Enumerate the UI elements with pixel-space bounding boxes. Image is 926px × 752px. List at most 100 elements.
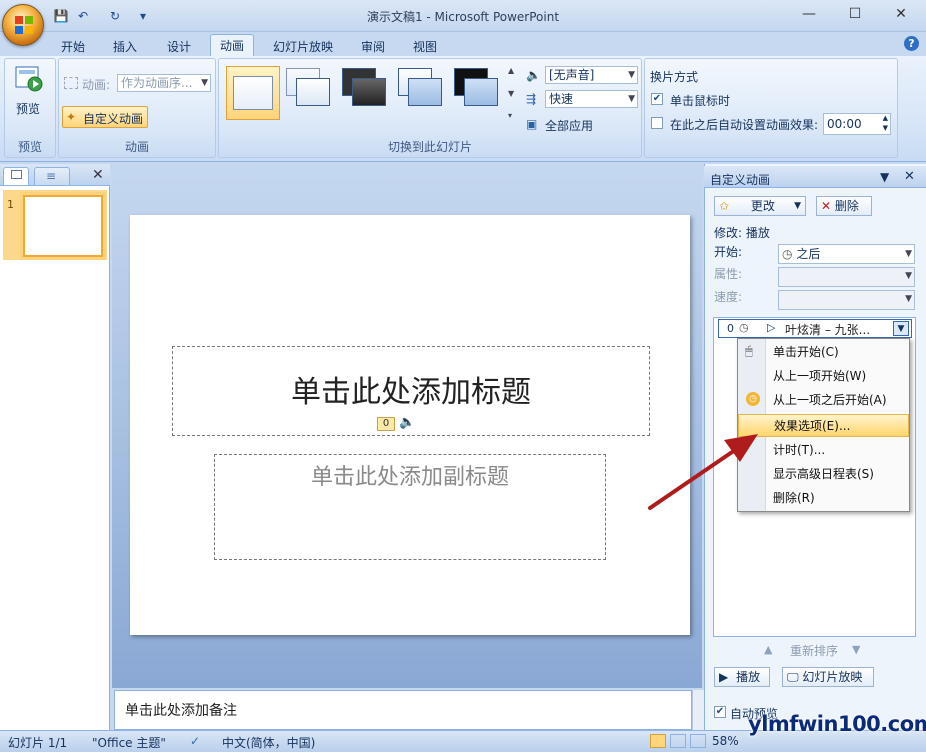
tab-insert[interactable]: 插入 (104, 36, 146, 56)
apply-all-button[interactable]: 全部应用 (545, 117, 593, 134)
reading-view-icon[interactable] (690, 734, 706, 748)
gallery-more-icon[interactable]: ▾ (508, 111, 518, 120)
on-click-label: 单击鼠标时 (670, 94, 731, 108)
animation-order-tag[interactable]: 0 (377, 417, 395, 431)
animation-item-index: 0 (727, 322, 734, 335)
close-window-button[interactable]: ✕ (890, 6, 912, 26)
transition-frame (296, 78, 330, 106)
arrow-head (724, 434, 758, 462)
delete-effect-label: 删除 (834, 199, 859, 213)
transition-fade-black-thumb[interactable] (342, 68, 390, 110)
autopreview-checkbox[interactable]: ✔ (714, 706, 726, 718)
slides-tab-icon (11, 170, 22, 179)
preview-button-label[interactable]: 预览 (16, 100, 40, 117)
move-up-icon[interactable]: ▲ (764, 643, 772, 656)
notes-placeholder: 单击此处添加备注 (125, 703, 237, 719)
slideshow-icon: 🖵 (787, 670, 799, 684)
speed-label: 速度: (714, 290, 743, 304)
tab-view[interactable]: 视图 (404, 36, 446, 56)
normal-view-icon[interactable] (650, 734, 666, 748)
notes-scrollbar[interactable] (692, 690, 704, 730)
move-down-icon[interactable]: ▼ (852, 643, 860, 656)
tab-animation[interactable]: 动画 (210, 34, 254, 56)
menu-item-on-click[interactable]: 单击开始(C) (738, 341, 909, 364)
chevron-down-icon[interactable]: ▼ (893, 321, 909, 336)
auto-advance-time-input[interactable]: 00:00 ▲ ▼ (823, 113, 891, 135)
preview-icon[interactable] (14, 64, 44, 94)
transition-speed-select[interactable]: 快速 ▼ (545, 90, 638, 108)
start-select[interactable]: ◷ 之后 ▼ (778, 244, 915, 264)
status-zoom[interactable]: 58% (712, 734, 739, 748)
animation-list-item[interactable]: 0 ◷ ▷ 叶炫清 – 九张... ▼ (718, 319, 912, 338)
menu-item-after-previous[interactable]: 从上一项之后开始(A) (738, 389, 909, 412)
delete-icon: ✕ (821, 199, 832, 213)
transition-fade-thumb[interactable] (286, 68, 334, 110)
modify-label: 修改: 播放 (714, 226, 770, 240)
window-title: 演示文稿1 - Microsoft PowerPoint (366, 10, 560, 24)
spinner-icon[interactable]: ▲ ▼ (883, 113, 888, 133)
spellcheck-icon[interactable]: ✓ (190, 734, 200, 748)
animation-select-value: 作为动画序... (121, 76, 193, 90)
chevron-down-icon: ▼ (628, 94, 635, 104)
transition-frame (464, 78, 498, 106)
property-select[interactable]: ▼ (778, 267, 915, 287)
tab-review[interactable]: 审阅 (352, 36, 394, 56)
auto-advance-label: 在此之后自动设置动画效果: (670, 118, 819, 132)
taskpane-close-icon[interactable]: ✕ (904, 169, 915, 184)
chevron-down-icon: ▼ (905, 249, 912, 259)
title-placeholder-text: 单击此处添加标题 (291, 375, 531, 410)
transition-cut-thumb[interactable] (398, 68, 446, 110)
tab-outline[interactable]: ≡ (34, 167, 70, 185)
transition-frame (233, 76, 273, 110)
transition-cut-black-thumb[interactable] (454, 68, 502, 110)
transition-frame (352, 78, 386, 106)
gallery-up-icon[interactable]: ▲ (508, 66, 518, 75)
transition-sound-select[interactable]: [无声音] ▼ (545, 66, 638, 84)
office-logo-icon (15, 16, 33, 34)
play-button[interactable]: ▶ 播放 (714, 667, 770, 687)
auto-advance-checkbox[interactable] (651, 117, 663, 129)
custom-animation-button[interactable]: ✦ 自定义动画 (62, 106, 148, 128)
on-click-checkbox[interactable]: ✔ (651, 93, 663, 105)
custom-animation-icon: ✦ (66, 110, 77, 124)
tab-slides[interactable] (3, 167, 29, 185)
help-icon[interactable]: ? (904, 36, 919, 51)
taskpane-menu-icon[interactable]: ▼ (880, 170, 889, 184)
menu-item-with-previous[interactable]: 从上一项开始(W) (738, 365, 909, 388)
close-slides-pane-icon[interactable]: ✕ (92, 167, 104, 183)
reorder-label: 重新排序 (790, 644, 839, 658)
minimize-button[interactable]: — (798, 6, 820, 26)
maximize-button[interactable]: ☐ (844, 6, 866, 26)
delete-effect-button[interactable]: ✕ 删除 (816, 196, 872, 216)
outline-tab-icon: ≡ (46, 169, 57, 183)
animation-label: 动画: (82, 78, 111, 92)
gallery-scroll[interactable]: ▲ ▼ ▾ (508, 66, 518, 120)
change-effect-button[interactable]: ✩ 更改 ▼ (714, 196, 806, 216)
slide-sorter-icon[interactable] (670, 734, 686, 748)
tab-home[interactable]: 开始 (52, 36, 94, 56)
office-button[interactable] (2, 4, 44, 46)
slideshow-button-label: 幻灯片放映 (802, 670, 863, 684)
slide-number: 1 (7, 198, 14, 211)
chevron-down-icon: ▼ (201, 78, 208, 88)
slideshow-button[interactable]: 🖵 幻灯片放映 (782, 667, 874, 687)
transition-none-thumb[interactable] (226, 66, 280, 120)
slide-canvas[interactable]: 单击此处添加标题 0 🔈 单击此处添加副标题 (130, 215, 690, 635)
status-language: 中文(简体，中国) (222, 736, 316, 750)
transition-speed-value: 快速 (549, 92, 574, 106)
annotation-arrow (648, 434, 758, 510)
status-theme: "Office 主题" (92, 736, 166, 750)
tab-design[interactable]: 设计 (158, 36, 200, 56)
start-label: 开始: (714, 245, 743, 259)
transition-group-label: 切换到此幻灯片 (387, 140, 472, 154)
animation-select[interactable]: 作为动画序... ▼ (117, 74, 211, 92)
subtitle-placeholder[interactable]: 单击此处添加副标题 (214, 454, 606, 560)
slide-thumbnail[interactable] (20, 192, 106, 260)
transition-frame (408, 78, 442, 106)
notes-pane[interactable]: 单击此处添加备注 (114, 690, 692, 730)
auto-advance-time-value: 00:00 (827, 117, 862, 131)
gallery-down-icon[interactable]: ▼ (508, 89, 518, 98)
sound-object-icon[interactable]: 🔈 (399, 415, 415, 430)
speed-select[interactable]: ▼ (778, 290, 915, 310)
tab-slideshow[interactable]: 幻灯片放映 (264, 36, 342, 56)
